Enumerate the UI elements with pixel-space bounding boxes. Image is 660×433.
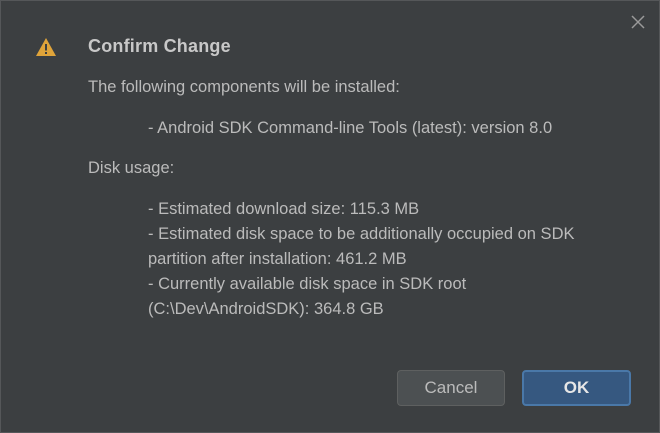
component-item: - Android SDK Command-line Tools (latest… (148, 119, 553, 137)
ok-button[interactable]: OK (522, 370, 631, 406)
disk-usage-label: Disk usage: (88, 159, 175, 177)
disk-usage-line: partition after installation: 461.2 MB (148, 250, 407, 268)
disk-usage-line: - Estimated disk space to be additionall… (148, 225, 575, 243)
disk-usage-list: - Estimated download size: 115.3 MB - Es… (148, 197, 575, 322)
dialog-title: Confirm Change (88, 36, 231, 56)
disk-usage-line: - Estimated download size: 115.3 MB (148, 200, 420, 218)
warning-icon (35, 37, 57, 57)
confirm-change-dialog: Confirm Change The following components … (0, 0, 660, 433)
close-icon[interactable] (627, 11, 649, 33)
disk-usage-line: (C:\Dev\AndroidSDK): 364.8 GB (148, 300, 384, 318)
disk-usage-line: - Currently available disk space in SDK … (148, 275, 467, 293)
cancel-button[interactable]: Cancel (397, 370, 505, 406)
intro-text: The following components will be install… (88, 78, 400, 96)
